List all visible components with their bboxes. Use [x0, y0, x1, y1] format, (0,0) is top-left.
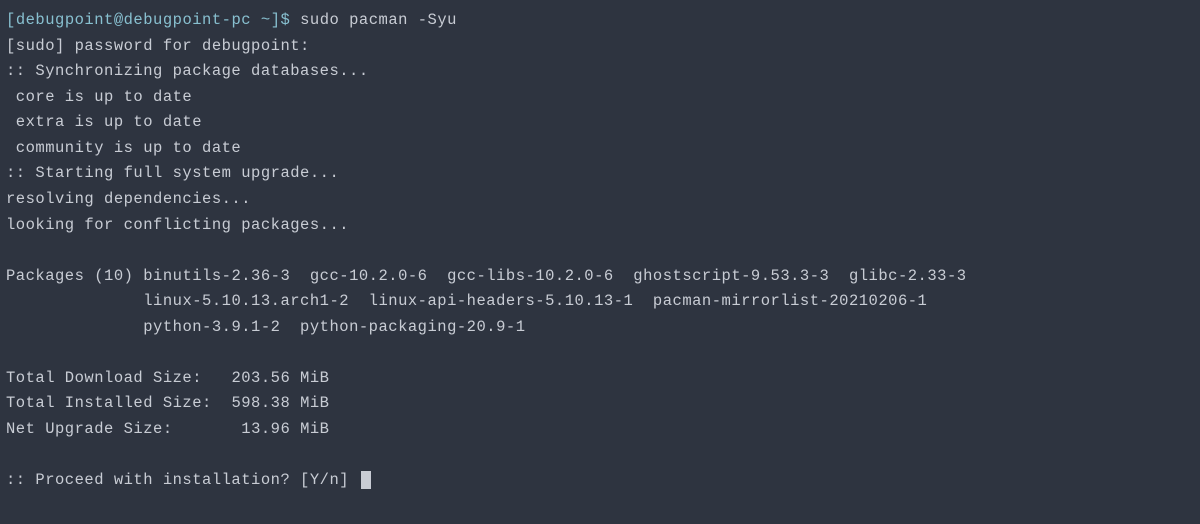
community-line: community is up to date: [6, 136, 1194, 162]
upgrade-size-label: Net Upgrade Size:: [6, 420, 173, 438]
blank-line: [6, 443, 1194, 469]
packages-line-2: linux-5.10.13.arch1-2 linux-api-headers-…: [6, 289, 1194, 315]
prompt-cwd: ~: [261, 11, 271, 29]
prompt-close-bracket: ]: [271, 11, 281, 29]
cursor: [361, 471, 371, 489]
upgrade-line: :: Starting full system upgrade...: [6, 161, 1194, 187]
proceed-prompt: :: Proceed with installation? [Y/n]: [6, 471, 359, 489]
download-size-value: 203.56 MiB: [231, 369, 329, 387]
installed-size-value: 598.38 MiB: [231, 394, 329, 412]
prompt-symbol: $: [281, 11, 291, 29]
upgrade-size-line: Net Upgrade Size: 13.96 MiB: [6, 417, 1194, 443]
sync-db-line: :: Synchronizing package databases...: [6, 59, 1194, 85]
installed-size-label: Total Installed Size:: [6, 394, 212, 412]
blank-line: [6, 238, 1194, 264]
packages-list-1: binutils-2.36-3 gcc-10.2.0-6 gcc-libs-10…: [143, 267, 966, 285]
resolving-line: resolving dependencies...: [6, 187, 1194, 213]
packages-line-1: Packages (10) binutils-2.36-3 gcc-10.2.0…: [6, 264, 1194, 290]
download-size-label: Total Download Size:: [6, 369, 202, 387]
upgrade-size-value: 13.96 MiB: [241, 420, 329, 438]
prompt-line: [debugpoint@debugpoint-pc ~]$ sudo pacma…: [6, 8, 1194, 34]
prompt-open-bracket: [: [6, 11, 16, 29]
conflicting-line: looking for conflicting packages...: [6, 213, 1194, 239]
packages-list-2: linux-5.10.13.arch1-2 linux-api-headers-…: [143, 292, 927, 310]
packages-list-3: python-3.9.1-2 python-packaging-20.9-1: [143, 318, 525, 336]
core-line: core is up to date: [6, 85, 1194, 111]
download-size-line: Total Download Size: 203.56 MiB: [6, 366, 1194, 392]
command-text: sudo pacman -Syu: [300, 11, 457, 29]
packages-line-3: python-3.9.1-2 python-packaging-20.9-1: [6, 315, 1194, 341]
extra-line: extra is up to date: [6, 110, 1194, 136]
installed-size-line: Total Installed Size: 598.38 MiB: [6, 391, 1194, 417]
terminal-output[interactable]: [debugpoint@debugpoint-pc ~]$ sudo pacma…: [6, 8, 1194, 494]
packages-header: Packages (10): [6, 267, 133, 285]
blank-line: [6, 340, 1194, 366]
proceed-line[interactable]: :: Proceed with installation? [Y/n]: [6, 468, 1194, 494]
prompt-user-host: debugpoint@debugpoint-pc: [16, 11, 251, 29]
sudo-password-line: [sudo] password for debugpoint:: [6, 34, 1194, 60]
